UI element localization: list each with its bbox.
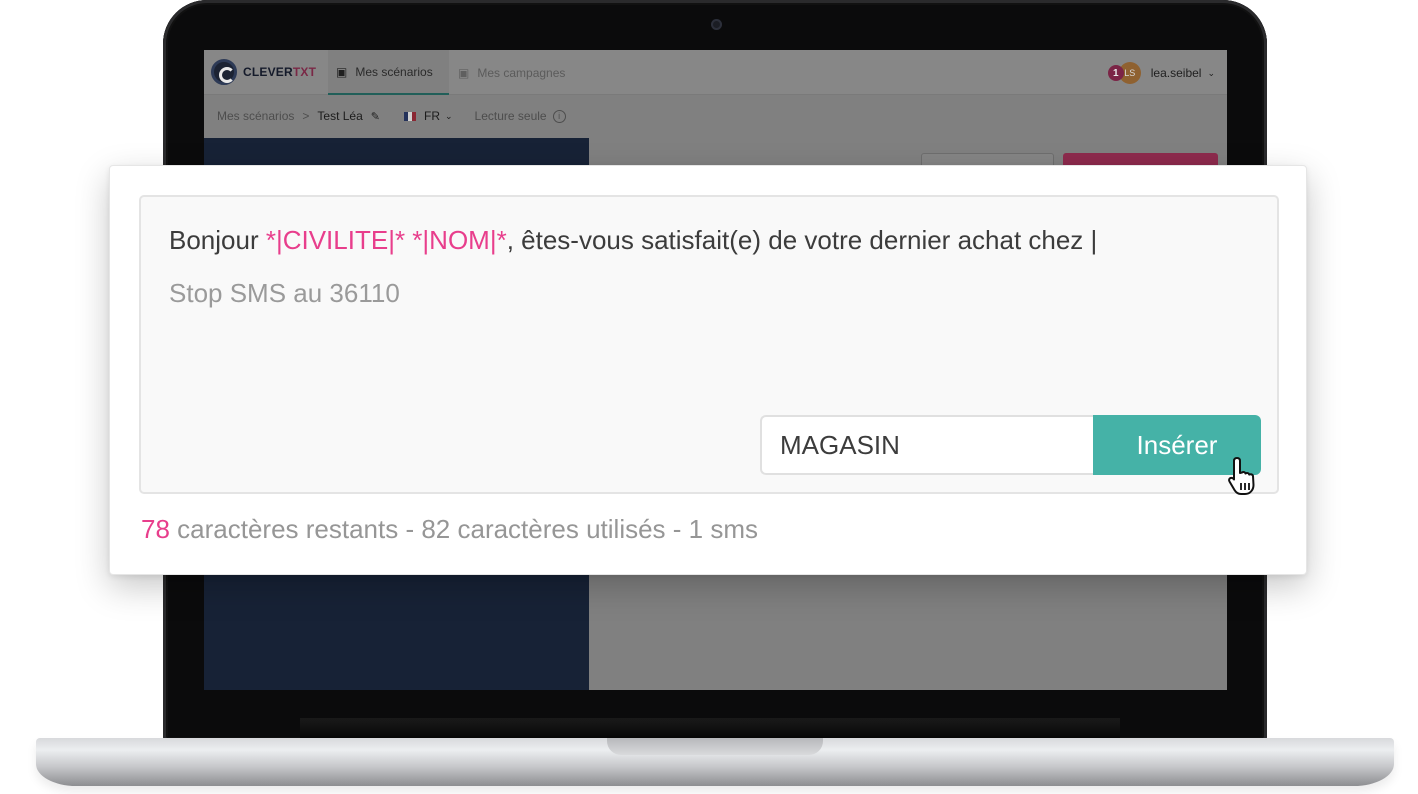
top-navbar: CLEVERTXT ▣ Mes scénarios ▣ Mes campagne… bbox=[204, 50, 1227, 95]
french-flag-icon bbox=[403, 111, 416, 121]
remaining-count: 78 bbox=[141, 514, 170, 544]
variable-civilite: *|CIVILITE|* bbox=[265, 225, 406, 255]
tab-label: Mes scénarios bbox=[355, 64, 433, 79]
breadcrumb-parent[interactable]: Mes scénarios bbox=[217, 109, 294, 123]
logo-text: CLEVERTXT bbox=[243, 65, 316, 79]
read-only-label: Lecture seule bbox=[474, 109, 547, 123]
clevertxt-logo-icon bbox=[211, 59, 237, 85]
logo-prefix: CLEVER bbox=[243, 65, 293, 79]
tab-mes-campagnes[interactable]: ▣ Mes campagnes bbox=[458, 50, 565, 95]
character-counter: 78 caractères restants - 82 caractères u… bbox=[141, 514, 758, 545]
message-text: Bonjour *|CIVILITE|* *|NOM|*, êtes-vous … bbox=[169, 225, 1097, 256]
greeting-text: Bonjour bbox=[169, 225, 266, 255]
webcam-icon bbox=[711, 19, 722, 30]
hand-pointer-icon bbox=[1228, 457, 1255, 495]
info-icon[interactable]: i bbox=[552, 109, 566, 123]
laptop-notch bbox=[607, 738, 823, 755]
app-logo[interactable]: CLEVERTXT bbox=[211, 59, 316, 85]
stop-sms-text: Stop SMS au 36110 bbox=[169, 278, 400, 308]
variable-nom: *|NOM|* bbox=[412, 225, 507, 255]
language-select[interactable]: FR bbox=[424, 109, 440, 123]
pencil-icon[interactable]: ✎ bbox=[371, 110, 380, 123]
sms-message-editor[interactable]: Bonjour *|CIVILITE|* *|NOM|*, êtes-vous … bbox=[139, 195, 1279, 494]
variable-input[interactable] bbox=[760, 415, 1093, 475]
user-menu[interactable]: 1 LS lea.seibel ⌄ bbox=[1107, 62, 1215, 84]
tab-label: Mes campagnes bbox=[477, 65, 566, 80]
laptop-hinge bbox=[300, 718, 1120, 740]
notification-badge[interactable]: 1 bbox=[1107, 65, 1124, 81]
tab-mes-scenarios[interactable]: ▣ Mes scénarios bbox=[328, 50, 449, 95]
breadcrumb-current: Test Léa bbox=[317, 109, 363, 123]
counter-summary: caractères restants - 82 caractères util… bbox=[169, 514, 759, 544]
chevron-down-icon[interactable]: ⌄ bbox=[1207, 68, 1215, 79]
username[interactable]: lea.seibel bbox=[1151, 66, 1202, 80]
breadcrumb: Mes scénarios > Test Léa ✎ FR ⌄ Lecture … bbox=[204, 96, 1227, 136]
breadcrumb-separator: > bbox=[302, 109, 310, 123]
logo-suffix: TXT bbox=[292, 65, 317, 79]
insert-variable-group: Insérer bbox=[760, 415, 1261, 475]
chat-bubbles-icon: ▣ bbox=[458, 65, 470, 80]
message-rest: , êtes-vous satisfait(e) de votre dernie… bbox=[506, 225, 1098, 255]
chat-bubbles-icon: ▣ bbox=[336, 64, 348, 79]
sms-editor-card: Bonjour *|CIVILITE|* *|NOM|*, êtes-vous … bbox=[109, 165, 1307, 575]
chevron-down-icon[interactable]: ⌄ bbox=[445, 111, 453, 122]
